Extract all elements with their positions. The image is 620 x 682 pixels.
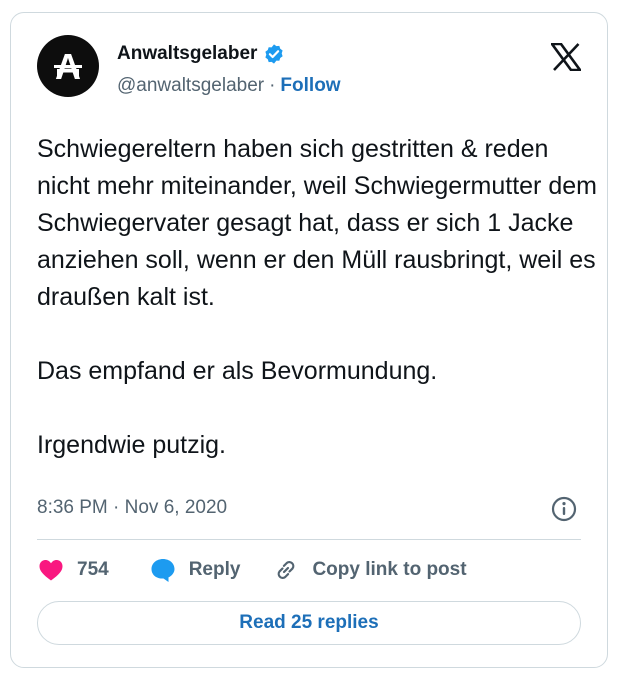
copy-link-button[interactable]: Copy link to post <box>272 556 467 584</box>
tweet-timestamp[interactable]: 8:36 PM · Nov 6, 2020 <box>37 497 227 519</box>
separator-dot: · <box>269 75 276 96</box>
read-replies-label: Read 25 replies <box>239 612 379 633</box>
heart-icon <box>39 560 63 581</box>
reply-button[interactable]: Reply <box>149 556 241 584</box>
author-name-row: Anwaltsgelaber <box>117 43 285 65</box>
read-replies-button[interactable]: Read 25 replies <box>37 601 581 645</box>
copy-link-label: Copy link to post <box>312 559 467 580</box>
info-icon[interactable] <box>551 496 577 522</box>
speech-bubble-icon <box>151 559 175 582</box>
avatar-logo-icon: A <box>54 46 82 87</box>
link-icon <box>278 561 295 579</box>
x-logo-icon[interactable] <box>551 43 581 71</box>
like-count: 754 <box>77 559 109 580</box>
avatar[interactable]: A <box>37 35 99 97</box>
author-handle-row: @anwaltsgelaber · Follow <box>117 75 341 97</box>
action-bar: 754 Reply Copy link to post <box>37 555 467 585</box>
follow-button[interactable]: Follow <box>280 75 340 97</box>
divider <box>37 539 581 540</box>
tweet-card: A Anwaltsgelaber @anwaltsgelaber · Follo… <box>10 12 608 668</box>
tweet-text: Schwiegereltern haben sich gestritten & … <box>37 135 597 459</box>
reply-label: Reply <box>188 559 241 580</box>
author-handle[interactable]: @anwaltsgelaber <box>117 75 264 97</box>
author-name[interactable]: Anwaltsgelaber <box>117 43 257 65</box>
like-button[interactable]: 754 <box>37 556 109 584</box>
verified-badge-icon <box>265 44 284 64</box>
